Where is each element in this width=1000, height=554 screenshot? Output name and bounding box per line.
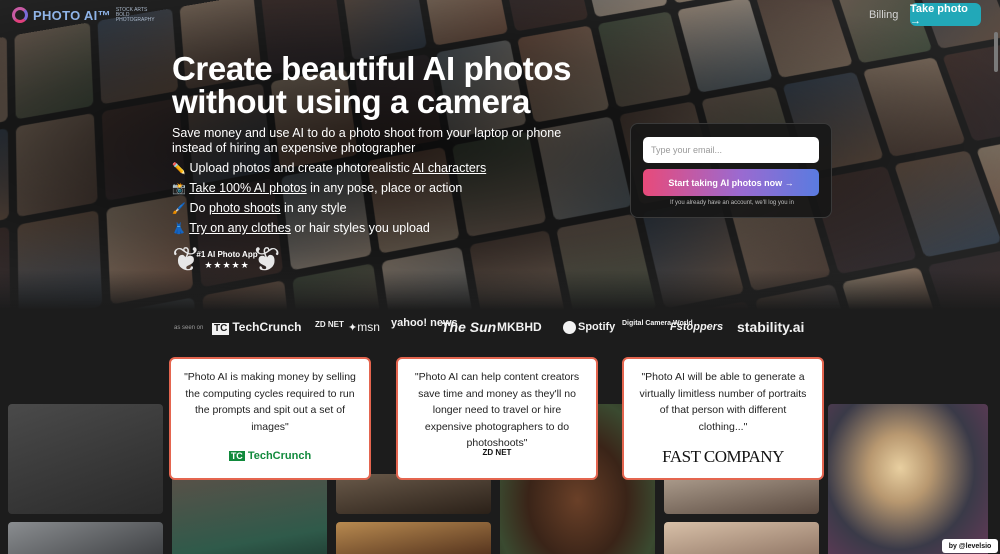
camera-icon: 📸 [172,179,186,199]
dress-icon: 👗 [172,219,186,239]
login-note: If you already have an account, we'll lo… [631,200,833,206]
sample-photo [664,522,819,554]
hero-subheadline: Save money and use AI to do a photo shoo… [172,126,562,156]
hero-section: PHOTO AI™ STOCK ARTS BOLD PHOTOGRAPHY Bi… [0,0,1000,310]
testimonial-quote: "Photo AI will be able to generate a vir… [634,369,812,435]
feature-link-ai-characters[interactable]: AI characters [413,161,487,175]
signup-box: Start taking AI photos now → If you alre… [630,123,832,218]
brush-icon: 🖌️ [172,199,186,219]
testimonial-source-zdnet: ZD NET [398,448,596,457]
testimonial-card: "Photo AI can help content creators save… [396,357,598,480]
logo[interactable]: PHOTO AI™ STOCK ARTS BOLD PHOTOGRAPHY [12,7,156,23]
sample-photo [172,474,327,554]
as-seen-on-label: as seen on [174,325,203,331]
testimonials-section: "Photo AI is making money by selling the… [0,344,1000,554]
award-badge: ❦ ❦ #1 AI Photo App ★★★★★ [172,241,282,281]
press-logo-msn: ✦msn [348,318,380,337]
star-rating-icon: ★★★★★ [194,260,260,271]
feature-item: ✏️ Upload photos and create photorealist… [172,158,486,178]
press-logo-the-sun: The Sun [441,318,496,336]
press-logo-mkbhd: MKBHD [497,318,542,336]
email-field[interactable] [643,137,819,163]
page-title: Create beautiful AI photos without using… [172,52,592,118]
sample-photo [828,404,988,554]
start-taking-photos-button[interactable]: Start taking AI photos now → [643,169,819,196]
sample-photo [336,474,491,514]
testimonial-source-fast-company: FAST COMPANY [624,447,822,467]
press-logo-techcrunch: TC TechCrunch [212,318,301,336]
testimonial-card: "Photo AI will be able to generate a vir… [622,357,824,480]
feature-link-ai-photos[interactable]: Take 100% AI photos [189,181,306,195]
feature-item: 👗 Try on any clothes or hair styles you … [172,218,486,238]
hero-fade [0,270,1000,310]
logo-text: PHOTO AI™ [33,8,111,23]
press-logo-digital-camera: Digital Camera World [622,320,664,328]
testimonial-quote: "Photo AI can help content creators save… [408,369,586,452]
sample-photo [8,404,163,514]
sample-photo [8,522,163,554]
press-logo-yahoo-news: yahoo! news [391,319,433,328]
billing-link[interactable]: Billing [869,9,898,21]
feature-link-try-on-clothes[interactable]: Try on any clothes [189,221,291,235]
scrollbar[interactable] [994,32,998,72]
testimonial-card: "Photo AI is making money by selling the… [169,357,371,480]
press-logo-zdnet: ZD NET [315,320,337,329]
logo-swirl-icon [12,7,28,23]
press-logo-fstoppers: Fstoppers [670,318,723,336]
logo-tagline: STOCK ARTS BOLD PHOTOGRAPHY [116,8,156,23]
feature-item: 📸 Take 100% AI photos in any pose, place… [172,178,486,198]
press-logo-stability-ai: stability.ai [737,318,804,336]
testimonial-source-techcrunch: TC TechCrunch [171,450,369,462]
pencil-icon: ✏️ [172,159,186,179]
feature-list: ✏️ Upload photos and create photorealist… [172,158,486,238]
take-photo-button[interactable]: Take photo → [910,3,981,26]
award-title: #1 AI Photo App [194,250,260,259]
as-seen-on-bar: as seen on TC TechCrunch ZD NET ✦msn yaho… [0,312,1000,344]
feature-link-photo-shoots[interactable]: photo shoots [209,201,281,215]
sample-photo [664,474,819,514]
by-levelsio-badge[interactable]: by @levelsio [942,539,998,553]
testimonial-quote: "Photo AI is making money by selling the… [181,369,359,435]
sample-photo [336,522,491,554]
feature-item: 🖌️ Do photo shoots in any style [172,198,486,218]
press-logo-spotify: Spotify [563,318,615,336]
